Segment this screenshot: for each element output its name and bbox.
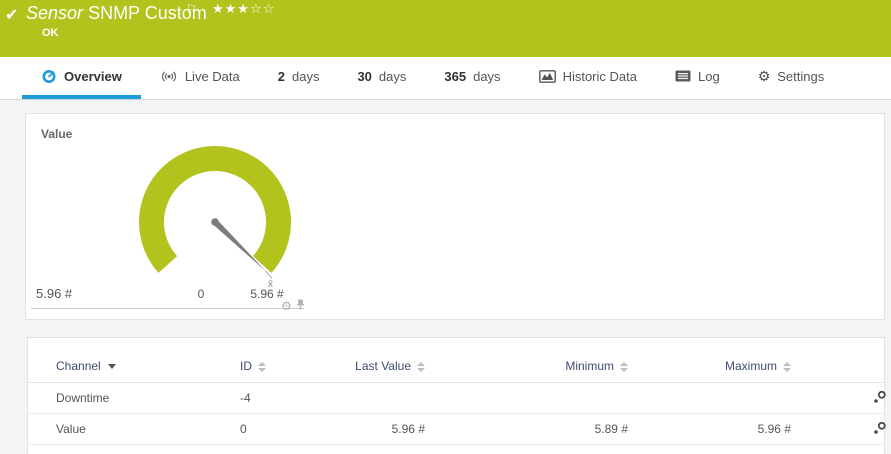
broadcast-icon [160, 70, 178, 83]
flag-icon[interactable]: ⚐ [186, 2, 197, 16]
gear-icon: ⚙ [758, 69, 771, 83]
sort-icon [620, 362, 628, 372]
column-header-id[interactable]: ID [212, 350, 329, 383]
cell-channel[interactable]: Downtime [28, 383, 212, 414]
tab-label: days [292, 69, 319, 84]
gauge-icon [41, 68, 57, 84]
tab-2-days[interactable]: 2 days [259, 57, 339, 99]
sort-desc-icon [108, 364, 116, 369]
tab-label: days [473, 69, 500, 84]
gauge-scale-min: 0 [189, 287, 213, 301]
column-header-minimum[interactable]: Minimum [432, 350, 635, 383]
area-chart-icon [539, 70, 556, 83]
sensor-type-label: Sensor [26, 3, 83, 23]
gauge-needle [213, 220, 266, 271]
table-row-value[interactable]: Value 0 5.96 # 5.89 # 5.96 # [28, 414, 884, 445]
channel-table: Channel ID Last Value Minimum Maximum Do… [28, 350, 884, 445]
tab-label: days [379, 69, 406, 84]
tab-365-days[interactable]: 365 days [425, 57, 519, 99]
sort-icon [258, 362, 266, 372]
star-filled-icons: ★★★ [212, 1, 250, 16]
tab-overview[interactable]: Overview [22, 57, 141, 99]
tab-label: Overview [64, 69, 122, 84]
priority-stars[interactable]: ★★★☆☆ [212, 1, 275, 17]
tab-label: Historic Data [563, 69, 637, 84]
gauge-current-value: 5.96 # [36, 286, 72, 301]
column-header-last-value[interactable]: Last Value [329, 350, 432, 383]
channel-settings-icon[interactable] [873, 424, 887, 438]
tab-settings[interactable]: ⚙ Settings [739, 57, 844, 99]
channel-table-panel: Channel ID Last Value Minimum Maximum Do… [27, 337, 885, 454]
tab-label: Log [698, 69, 720, 84]
tab-number: 365 [444, 69, 466, 84]
gauge-divider [31, 308, 304, 309]
check-icon: ✔ [5, 5, 18, 25]
cell-actions [798, 414, 884, 445]
status-badge: OK [42, 27, 59, 39]
sort-icon [417, 362, 425, 372]
value-gauge: x̄ [26, 114, 884, 319]
cell-id: 0 [212, 414, 329, 445]
column-header-actions [798, 350, 884, 383]
gauge-arc [152, 159, 279, 265]
cell-minimum [432, 383, 635, 414]
cell-last-value: 5.96 # [329, 414, 432, 445]
gauge-panel: Value x̄ 0 5.96 # 5.96 # ⚙ [25, 113, 885, 320]
table-row-downtime[interactable]: Downtime -4 [28, 383, 884, 414]
table-header-row: Channel ID Last Value Minimum Maximum [28, 350, 884, 383]
cell-actions [798, 383, 884, 414]
page-title: Sensor SNMP Custom [26, 3, 207, 24]
cell-id: -4 [212, 383, 329, 414]
cell-last-value [329, 383, 432, 414]
sort-icon [783, 362, 791, 372]
tab-30-days[interactable]: 30 days [338, 57, 425, 99]
tab-bar: Overview Live Data 2 days 30 days 365 da… [0, 57, 891, 100]
log-list-icon [675, 70, 691, 82]
channel-settings-icon[interactable] [873, 393, 887, 407]
tab-label: Live Data [185, 69, 240, 84]
tab-number: 30 [357, 69, 371, 84]
cell-minimum: 5.89 # [432, 414, 635, 445]
sensor-header: ✔ Sensor SNMP Custom ⚐ ★★★☆☆ OK [0, 0, 891, 57]
pin-icon[interactable] [296, 297, 305, 315]
star-empty-icons: ☆☆ [250, 1, 275, 16]
sensor-page: ✔ Sensor SNMP Custom ⚐ ★★★☆☆ OK Overview… [0, 0, 891, 454]
cell-maximum [635, 383, 798, 414]
tab-log[interactable]: Log [656, 57, 739, 99]
column-header-maximum[interactable]: Maximum [635, 350, 798, 383]
gear-icon[interactable]: ⚙ [281, 300, 292, 312]
cell-channel[interactable]: Value [28, 414, 212, 445]
column-header-channel[interactable]: Channel [28, 350, 212, 383]
gauge-toolbar: ⚙ [281, 297, 305, 315]
tab-number: 2 [278, 69, 285, 84]
tab-live-data[interactable]: Live Data [141, 57, 259, 99]
tab-historic-data[interactable]: Historic Data [520, 57, 656, 99]
cell-maximum: 5.96 # [635, 414, 798, 445]
tab-label: Settings [777, 69, 824, 84]
